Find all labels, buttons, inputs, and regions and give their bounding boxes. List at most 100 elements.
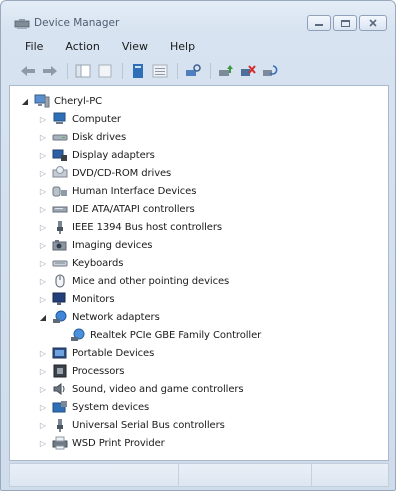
properties-icon [98, 64, 112, 78]
tree-item-dvd-drives[interactable]: ▷ DVD/CD-ROM drives [38, 164, 171, 182]
tree-item-sound-controllers[interactable]: ▷ Sound, video and game controllers [38, 380, 244, 398]
tree-item-mice[interactable]: ▷ Mice and other pointing devices [38, 272, 229, 290]
monitor-icon [52, 292, 66, 305]
tree-item-portable-devices[interactable]: ▷ Portable Devices [38, 344, 154, 362]
tree-item-label: Imaging devices [72, 239, 153, 251]
tree-item-disk-drives[interactable]: ▷ Disk drives [38, 128, 126, 146]
device-manager-window: Device Manager File Action View Help ◢ C… [0, 0, 396, 491]
menu-view[interactable]: View [108, 37, 156, 57]
processor-icon [53, 364, 67, 378]
tree-item-label: Display adapters [72, 149, 155, 161]
tree-item-label: Computer [72, 113, 121, 125]
uninstall-device-icon [263, 65, 278, 76]
view-details-icon [152, 64, 168, 78]
device-manager-icon [14, 19, 30, 29]
expand-icon[interactable]: ▷ [38, 150, 48, 160]
expand-icon[interactable]: ▷ [38, 132, 48, 142]
expand-icon[interactable]: ▷ [38, 240, 48, 250]
expand-icon[interactable]: ▷ [38, 402, 48, 412]
speaker-icon [53, 383, 65, 395]
help-button[interactable] [129, 62, 147, 80]
tree-item-label: DVD/CD-ROM drives [72, 167, 172, 179]
update-driver-icon [219, 65, 233, 76]
expand-icon[interactable]: ▷ [38, 276, 48, 286]
network-card-icon [71, 328, 85, 341]
back-button[interactable] [19, 62, 37, 80]
tree-item-wsd-print-provider[interactable]: ▷ WSD Print Provider [38, 434, 165, 452]
menu-action[interactable]: Action [51, 37, 107, 57]
view-details-button[interactable] [151, 62, 169, 80]
expand-icon[interactable]: ▷ [38, 294, 48, 304]
update-driver-button[interactable] [217, 62, 235, 80]
menu-help[interactable]: Help [156, 37, 203, 57]
toolbar-separator [210, 63, 211, 79]
computer-icon [53, 112, 66, 124]
status-section [179, 464, 312, 486]
expand-icon[interactable]: ▷ [38, 384, 48, 394]
expand-icon[interactable]: ▷ [38, 258, 48, 268]
window-title: Device Manager [34, 17, 120, 29]
show-hide-tree-icon [75, 64, 91, 78]
expand-icon[interactable]: ▷ [38, 348, 48, 358]
tree-item-computer[interactable]: ▷ Computer [38, 110, 121, 128]
collapse-icon[interactable]: ◢ [20, 96, 30, 106]
disable-device-button[interactable] [239, 62, 257, 80]
hid-icon [52, 186, 67, 197]
tree-item-imaging-devices[interactable]: ▷ Imaging devices [38, 236, 152, 254]
status-section [10, 464, 179, 486]
toolbar-separator [67, 63, 68, 79]
tree-item-keyboards[interactable]: ▷ Keyboards [38, 254, 124, 272]
scan-hardware-icon [186, 64, 201, 76]
scan-hardware-button[interactable] [184, 62, 202, 80]
toolbar-separator [122, 63, 123, 79]
tree-item-processors[interactable]: ▷ Processors [38, 362, 124, 380]
toolbar [9, 59, 387, 83]
tree-root[interactable]: ◢ Cheryl-PC [20, 92, 102, 110]
tree-item-label: Processors [72, 365, 125, 377]
tree-item-label: System devices [72, 401, 150, 413]
close-icon [369, 19, 377, 27]
portable-device-icon [52, 347, 67, 359]
tree-item-label: Universal Serial Bus controllers [72, 419, 225, 431]
computer-icon [34, 94, 50, 108]
maximize-button[interactable] [333, 15, 357, 31]
uninstall-device-button[interactable] [261, 62, 279, 80]
expand-icon[interactable]: ▷ [38, 204, 48, 214]
dvd-drive-icon [52, 166, 68, 178]
tree-item-realtek-controller[interactable]: Realtek PCIe GBE Family Controller [66, 326, 261, 344]
show-hide-tree-button[interactable] [74, 62, 92, 80]
close-button[interactable] [359, 15, 387, 31]
tree-item-label: Network adapters [72, 311, 160, 323]
ide-controller-icon [52, 206, 68, 213]
expand-icon[interactable]: ▷ [38, 168, 48, 178]
maximize-icon [340, 19, 350, 27]
expand-icon[interactable]: ▷ [38, 366, 48, 376]
minimize-button[interactable] [307, 15, 331, 31]
expand-icon[interactable]: ▷ [38, 186, 48, 196]
tree-item-usb-controllers[interactable]: ▷ Universal Serial Bus controllers [38, 416, 225, 434]
mouse-icon [55, 274, 65, 288]
back-arrow-icon [21, 66, 35, 76]
tree-item-ieee1394[interactable]: ▷ IEEE 1394 Bus host controllers [38, 218, 222, 236]
title-bar[interactable]: Device Manager [1, 1, 395, 35]
expand-icon[interactable]: ▷ [38, 438, 48, 448]
tree-item-ide-controllers[interactable]: ▷ IDE ATA/ATAPI controllers [38, 200, 195, 218]
tree-item-label: Human Interface Devices [72, 185, 197, 197]
minimize-icon [315, 24, 323, 26]
expand-icon[interactable]: ▷ [38, 222, 48, 232]
collapse-icon[interactable]: ◢ [38, 312, 48, 322]
expand-icon[interactable]: ▷ [38, 114, 48, 124]
tree-item-hid[interactable]: ▷ Human Interface Devices [38, 182, 196, 200]
menu-file[interactable]: File [9, 37, 51, 57]
tree-item-label: WSD Print Provider [72, 437, 165, 449]
tree-item-network-adapters[interactable]: ◢ Network adapters [38, 308, 160, 326]
tree-item-label: Realtek PCIe GBE Family Controller [90, 329, 262, 341]
device-tree[interactable]: ◢ Cheryl-PC ▷ Computer ▷ Disk drives ▷ D… [9, 85, 389, 461]
properties-button[interactable] [96, 62, 114, 80]
forward-arrow-icon [43, 66, 57, 76]
tree-item-system-devices[interactable]: ▷ System devices [38, 398, 149, 416]
expand-icon[interactable]: ▷ [38, 420, 48, 430]
tree-item-display-adapters[interactable]: ▷ Display adapters [38, 146, 155, 164]
tree-item-monitors[interactable]: ▷ Monitors [38, 290, 115, 308]
forward-button[interactable] [41, 62, 59, 80]
